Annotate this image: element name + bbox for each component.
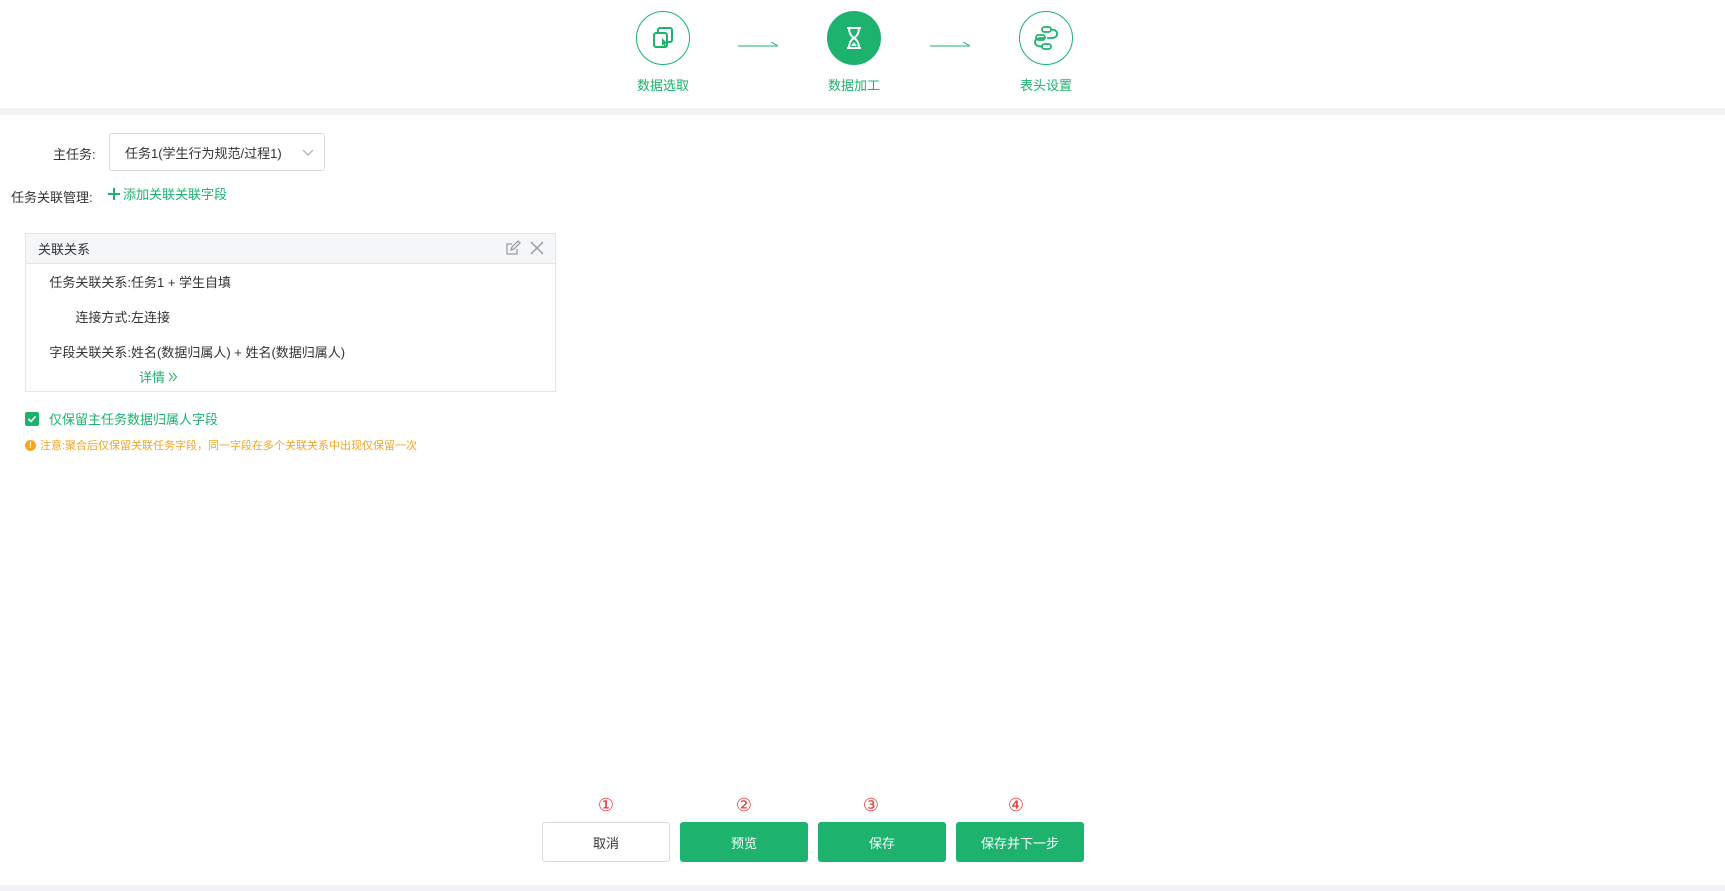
step-bar: 数据选取 数据加工 表头设置 xyxy=(0,0,1725,108)
step-header-settings[interactable]: 表头设置 xyxy=(991,11,1101,94)
edit-icon[interactable] xyxy=(505,240,521,256)
copy-cursor-icon xyxy=(653,27,673,48)
join-type-row: 连接方式: 左连接 xyxy=(26,307,546,326)
link-chain-icon xyxy=(1034,26,1058,50)
chevron-down-icon xyxy=(302,149,314,156)
arrow-right-icon xyxy=(930,41,971,47)
cancel-button[interactable]: 取消 xyxy=(542,822,670,862)
join-type-value: 左连接 xyxy=(131,310,171,325)
add-relation-label: 添加关联关联字段 xyxy=(123,187,228,202)
main-task-value: 任务1(学生行为规范/过程1) xyxy=(125,145,282,161)
relation-mgmt-label: 任务关联管理: xyxy=(11,190,93,205)
warning-note-text: 注意:聚合后仅保留关联任务字段，同一字段在多个关联关系中出现仅保留一次 xyxy=(40,440,418,452)
task-relation-row: 任务关联关系: 任务1 + 学生自填 xyxy=(26,272,546,291)
check-icon xyxy=(27,415,37,423)
join-type-label: 连接方式: xyxy=(75,310,131,325)
step-circle xyxy=(636,11,690,65)
keep-owner-checkbox[interactable] xyxy=(25,411,39,426)
marker-1: ① xyxy=(597,795,615,815)
marker-3: ③ xyxy=(862,795,880,815)
main-task-select[interactable]: 任务1(学生行为规范/过程1) xyxy=(109,133,325,171)
relation-card-title: 关联关系 xyxy=(38,242,91,257)
step-circle xyxy=(1019,11,1073,65)
warning-icon: ! xyxy=(25,439,36,451)
field-relation-label: 字段关联关系: xyxy=(49,345,131,360)
close-icon[interactable] xyxy=(529,240,545,256)
save-and-next-button[interactable]: 保存并下一步 xyxy=(956,822,1084,862)
warning-note: ! 注意:聚合后仅保留关联任务字段，同一字段在多个关联关系中出现仅保留一次 xyxy=(25,437,417,453)
save-button[interactable]: 保存 xyxy=(818,822,946,862)
step-label: 数据选取 xyxy=(636,78,689,93)
arrow-right-icon xyxy=(738,41,779,47)
detail-label: 详情 xyxy=(139,370,166,385)
marker-4: ④ xyxy=(1007,795,1025,815)
field-relation-row: 字段关联关系: 姓名(数据归属人) + 姓名(数据归属人) xyxy=(26,342,546,361)
hourglass-icon xyxy=(847,27,861,49)
task-relation-label: 任务关联关系: xyxy=(49,275,131,290)
marker-2: ② xyxy=(735,795,753,815)
step-label: 数据加工 xyxy=(827,78,880,93)
task-relation-value: 任务1 + 学生自填 xyxy=(131,275,232,290)
keep-owner-label: 仅保留主任务数据归属人字段 xyxy=(49,412,219,427)
step-data-select[interactable]: 数据选取 xyxy=(608,11,718,94)
step-label: 表头设置 xyxy=(1019,78,1072,93)
preview-button[interactable]: 预览 xyxy=(680,822,808,862)
relation-card: 关联关系 任务关联关系: 任务1 + 学生自填 连接方式: 左连接 字段关联关系… xyxy=(25,233,556,392)
relation-card-header: 关联关系 xyxy=(26,234,555,264)
field-relation-value: 姓名(数据归属人) + 姓名(数据归属人) xyxy=(131,345,346,360)
step-circle xyxy=(827,11,881,65)
detail-link[interactable]: 详情 xyxy=(139,367,178,386)
step-data-process[interactable]: 数据加工 xyxy=(799,11,909,94)
card-actions xyxy=(505,240,545,256)
main-task-label: 主任务: xyxy=(53,147,96,162)
plus-icon xyxy=(108,187,120,200)
main-panel: 主任务: 任务1(学生行为规范/过程1) 任务关联管理: 添加关联关联字段 关联… xyxy=(0,115,1725,885)
add-relation-link[interactable]: 添加关联关联字段 xyxy=(108,184,227,203)
keep-owner-field-option[interactable]: 仅保留主任务数据归属人字段 xyxy=(25,409,218,428)
double-chevron-right-icon xyxy=(168,372,178,381)
